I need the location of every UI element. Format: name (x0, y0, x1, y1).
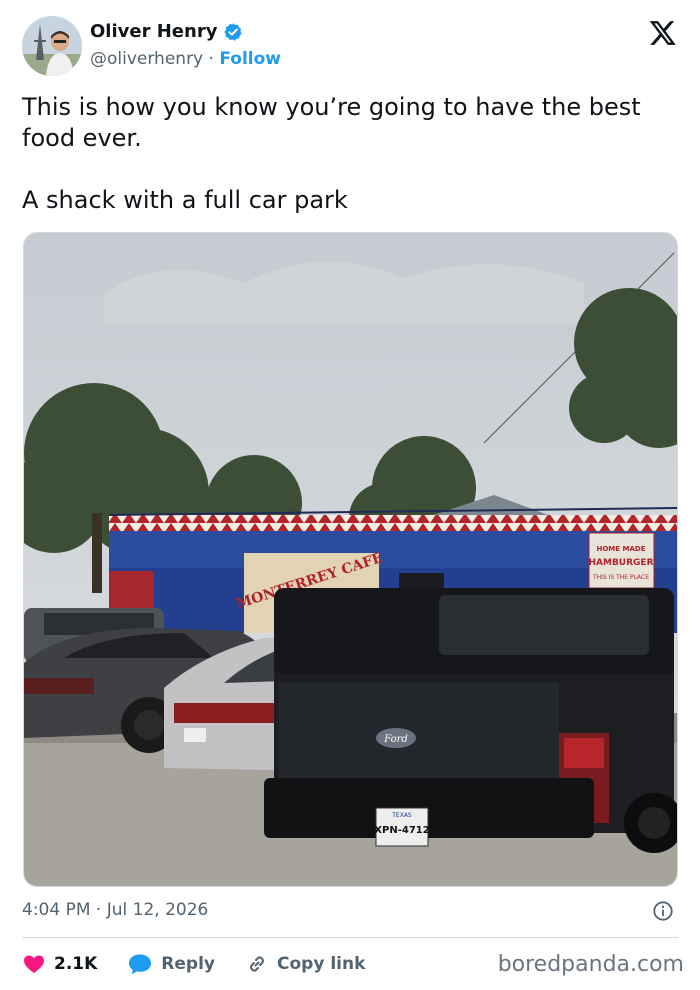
watermark: boredpanda.com (497, 952, 684, 977)
tweet-photo[interactable]: MONTERREY CAFE HOME MADE HAMBURGER THIS … (23, 232, 678, 887)
like-count: 2.1K (54, 954, 98, 974)
author-handle[interactable]: @oliverhenry (90, 49, 203, 69)
action-bar: 2.1K Reply Copy link (22, 950, 395, 978)
heart-icon (24, 955, 44, 973)
tweet-header: Oliver Henry @oliverhenry · Follow (22, 16, 682, 78)
tweet-timestamp[interactable]: 4:04 PM · Jul 12, 2026 (22, 900, 208, 920)
author-name[interactable]: Oliver Henry (90, 21, 217, 42)
plate-state-text: TEXAS (391, 812, 412, 819)
follow-button[interactable]: Follow (219, 49, 281, 69)
avatar[interactable] (22, 16, 82, 76)
copy-link-label: Copy link (277, 954, 366, 974)
tweet-line: This is how you know you’re going to hav… (22, 93, 641, 152)
side-sign-line2: HAMBURGER (588, 558, 653, 568)
truck-badge-text: Ford (383, 734, 408, 745)
handle-separator: · (208, 49, 214, 69)
author-name-row: Oliver Henry (90, 21, 243, 42)
copy-link-button[interactable]: Copy link (245, 952, 365, 976)
avatar-image (22, 16, 82, 76)
author-handle-row: @oliverhenry · Follow (90, 49, 281, 69)
reply-bubble-icon (129, 954, 152, 975)
x-logo-icon[interactable] (648, 18, 678, 48)
reply-button[interactable]: Reply (127, 952, 215, 976)
tweet-text: This is how you know you’re going to hav… (22, 92, 672, 216)
like-button[interactable]: 2.1K (22, 952, 97, 976)
divider (22, 937, 678, 938)
verified-badge-icon (223, 22, 243, 42)
tweet-line: A shack with a full car park (22, 186, 348, 214)
info-icon[interactable] (652, 900, 674, 922)
reply-label: Reply (161, 954, 215, 974)
side-sign-line3: THIS IS THE PLACE (592, 574, 649, 581)
link-icon (250, 956, 264, 972)
plate-number-text: XPN-4712 (374, 825, 429, 836)
photo-image: MONTERREY CAFE HOME MADE HAMBURGER THIS … (24, 233, 677, 886)
side-sign-line1: HOME MADE (597, 545, 646, 553)
